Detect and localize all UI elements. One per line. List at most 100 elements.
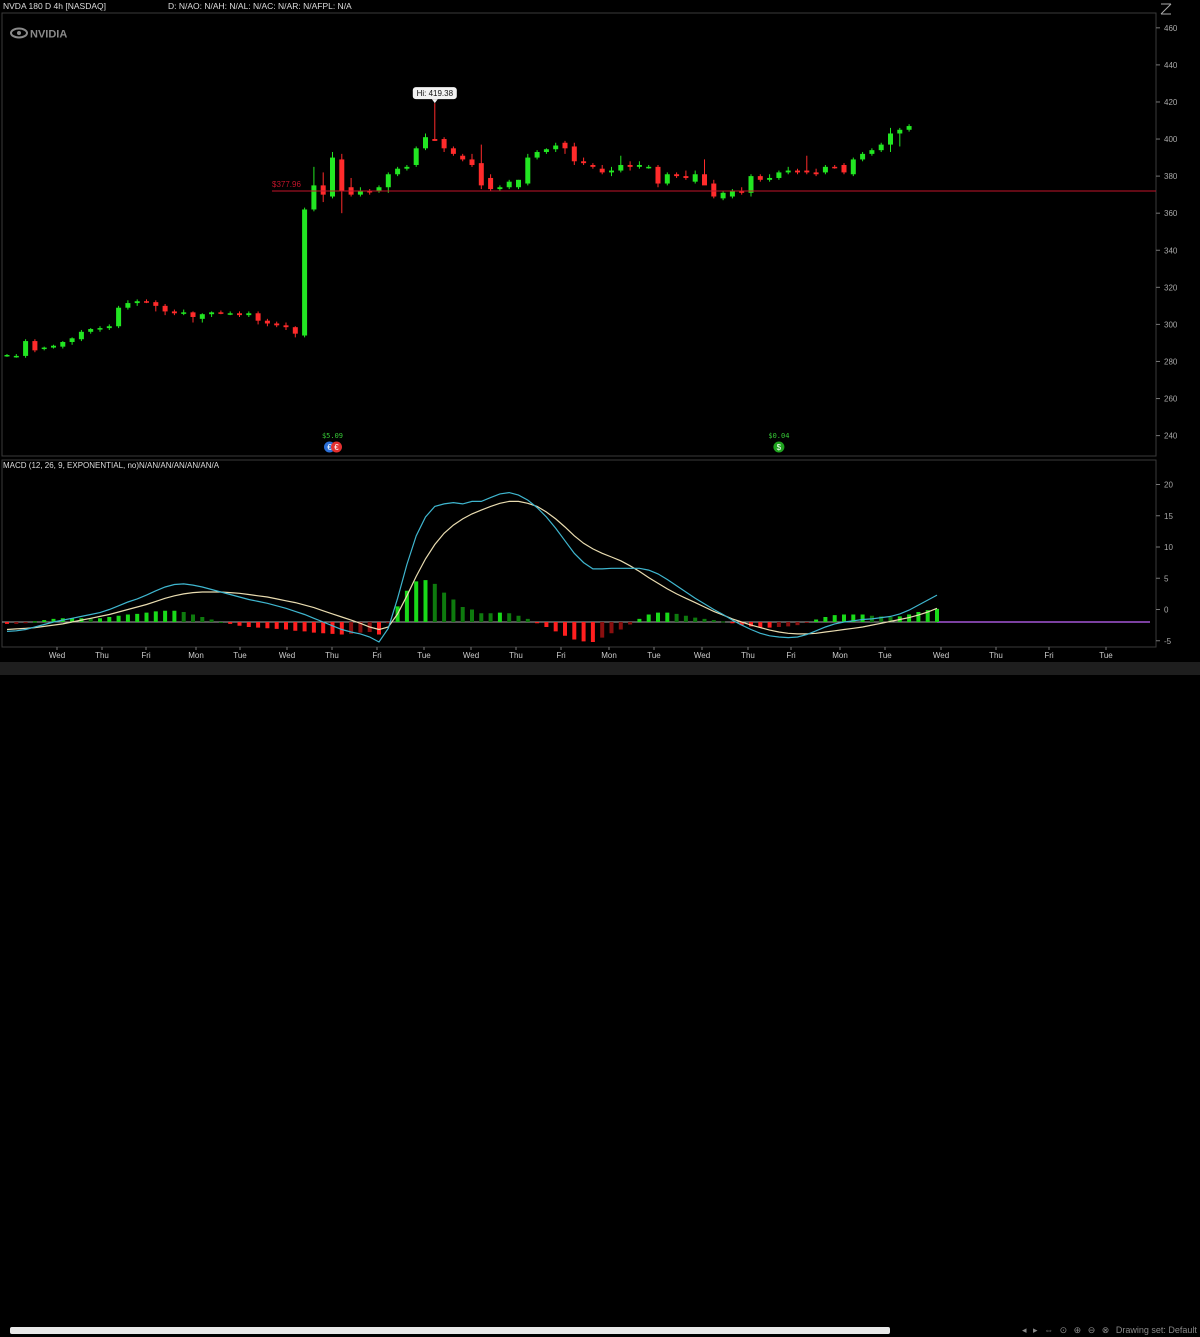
candle[interactable] xyxy=(51,344,56,349)
candle[interactable] xyxy=(655,164,661,188)
candle[interactable] xyxy=(478,144,484,190)
candle[interactable] xyxy=(134,299,140,306)
symbol-label[interactable]: NVDA 180 D 4h [NASDAQ] xyxy=(3,1,106,11)
candle[interactable] xyxy=(153,300,159,312)
candle[interactable] xyxy=(190,311,196,323)
candle[interactable] xyxy=(822,164,828,175)
drawing-set-label[interactable]: Drawing set: Default xyxy=(1116,1325,1197,1335)
candle[interactable] xyxy=(432,103,438,141)
candle[interactable] xyxy=(106,324,112,330)
candle[interactable] xyxy=(897,127,903,147)
candle[interactable] xyxy=(702,159,707,186)
candle[interactable] xyxy=(664,172,670,186)
candle[interactable] xyxy=(609,166,614,177)
candle[interactable] xyxy=(367,189,373,195)
high-callout[interactable]: Hi: 419.38 xyxy=(412,87,457,104)
expand-icon[interactable]: ⇔ xyxy=(1044,1325,1053,1335)
candle[interactable] xyxy=(32,339,38,353)
candle[interactable] xyxy=(78,329,84,342)
candle[interactable] xyxy=(404,164,410,171)
zoom-out-icon[interactable]: ⊖ xyxy=(1088,1325,1096,1335)
candle[interactable] xyxy=(13,354,19,358)
crosshair-icon[interactable]: ⊗ xyxy=(1102,1325,1110,1335)
candle[interactable] xyxy=(60,341,66,349)
candle[interactable] xyxy=(125,300,131,310)
candle[interactable] xyxy=(292,326,298,338)
candle[interactable] xyxy=(636,161,642,169)
candle[interactable] xyxy=(785,166,791,175)
candle[interactable] xyxy=(413,146,419,167)
zoom-reset-icon[interactable]: ⊙ xyxy=(1060,1325,1068,1335)
candle[interactable] xyxy=(469,153,475,167)
candle[interactable] xyxy=(869,148,875,156)
candle[interactable] xyxy=(385,172,391,193)
candle[interactable] xyxy=(795,168,800,175)
candle[interactable] xyxy=(302,207,308,338)
candle[interactable] xyxy=(581,157,587,165)
candle[interactable] xyxy=(357,187,363,197)
candle[interactable] xyxy=(441,137,447,153)
candle[interactable] xyxy=(237,311,242,317)
candle[interactable] xyxy=(767,174,773,182)
candle[interactable] xyxy=(162,304,168,316)
candle[interactable] xyxy=(181,309,187,316)
candle[interactable] xyxy=(246,311,252,317)
candle[interactable] xyxy=(320,172,326,203)
event-marker[interactable]: $0.04 $ xyxy=(768,432,789,453)
candle[interactable] xyxy=(804,155,810,175)
candle[interactable] xyxy=(255,311,261,325)
event-marker[interactable]: $5.09 € € xyxy=(322,432,343,453)
candle[interactable] xyxy=(748,174,754,197)
candle[interactable] xyxy=(720,190,726,201)
candle[interactable] xyxy=(274,321,280,328)
candle[interactable] xyxy=(571,142,577,165)
candle[interactable] xyxy=(69,337,75,345)
candle[interactable] xyxy=(850,157,856,177)
candle[interactable] xyxy=(757,174,763,182)
candle[interactable] xyxy=(218,310,224,315)
candle[interactable] xyxy=(497,185,503,191)
candle[interactable] xyxy=(888,127,893,153)
candle[interactable] xyxy=(711,179,717,199)
candle[interactable] xyxy=(646,164,652,169)
candle[interactable] xyxy=(832,164,838,169)
candle[interactable] xyxy=(227,311,233,316)
scroll-right-icon[interactable]: ▸ xyxy=(1033,1325,1038,1335)
candle[interactable] xyxy=(339,153,345,214)
candle[interactable] xyxy=(23,339,29,358)
candle[interactable] xyxy=(776,170,782,180)
annotations[interactable]: Hi: 419.38 $5.09 € € $0.04 $ xyxy=(322,87,789,453)
candle[interactable] xyxy=(116,305,122,329)
candle[interactable] xyxy=(283,322,289,330)
candle[interactable] xyxy=(813,168,819,177)
candle[interactable] xyxy=(171,309,177,316)
candle[interactable] xyxy=(199,313,205,323)
candle[interactable] xyxy=(534,150,540,160)
candle[interactable] xyxy=(590,163,596,169)
zoom-in-icon[interactable]: ⊕ xyxy=(1074,1325,1082,1335)
candle[interactable] xyxy=(395,166,401,177)
candle[interactable] xyxy=(627,161,633,171)
candle[interactable] xyxy=(906,124,912,132)
candle[interactable] xyxy=(562,140,568,154)
candle[interactable] xyxy=(841,163,847,175)
horizontal-scrollbar[interactable] xyxy=(10,1327,890,1334)
candle[interactable] xyxy=(311,166,317,212)
candle[interactable] xyxy=(41,346,47,351)
candle[interactable] xyxy=(450,146,456,156)
candle[interactable] xyxy=(376,185,382,193)
candle[interactable] xyxy=(683,170,689,180)
candle[interactable] xyxy=(860,152,866,162)
candle[interactable] xyxy=(209,311,215,317)
candle[interactable] xyxy=(525,153,531,186)
candle[interactable] xyxy=(516,179,521,190)
candle[interactable] xyxy=(674,172,680,178)
candle[interactable] xyxy=(692,170,698,184)
candle[interactable] xyxy=(618,155,624,173)
expand-panel-icon[interactable] xyxy=(1160,3,1172,15)
candle[interactable] xyxy=(488,174,494,191)
candle[interactable] xyxy=(460,153,466,162)
macd-label[interactable]: MACD (12, 26, 9, EXPONENTIAL, no)N/AN/AN… xyxy=(3,461,220,470)
candle[interactable] xyxy=(878,142,884,153)
candle[interactable] xyxy=(144,299,149,304)
